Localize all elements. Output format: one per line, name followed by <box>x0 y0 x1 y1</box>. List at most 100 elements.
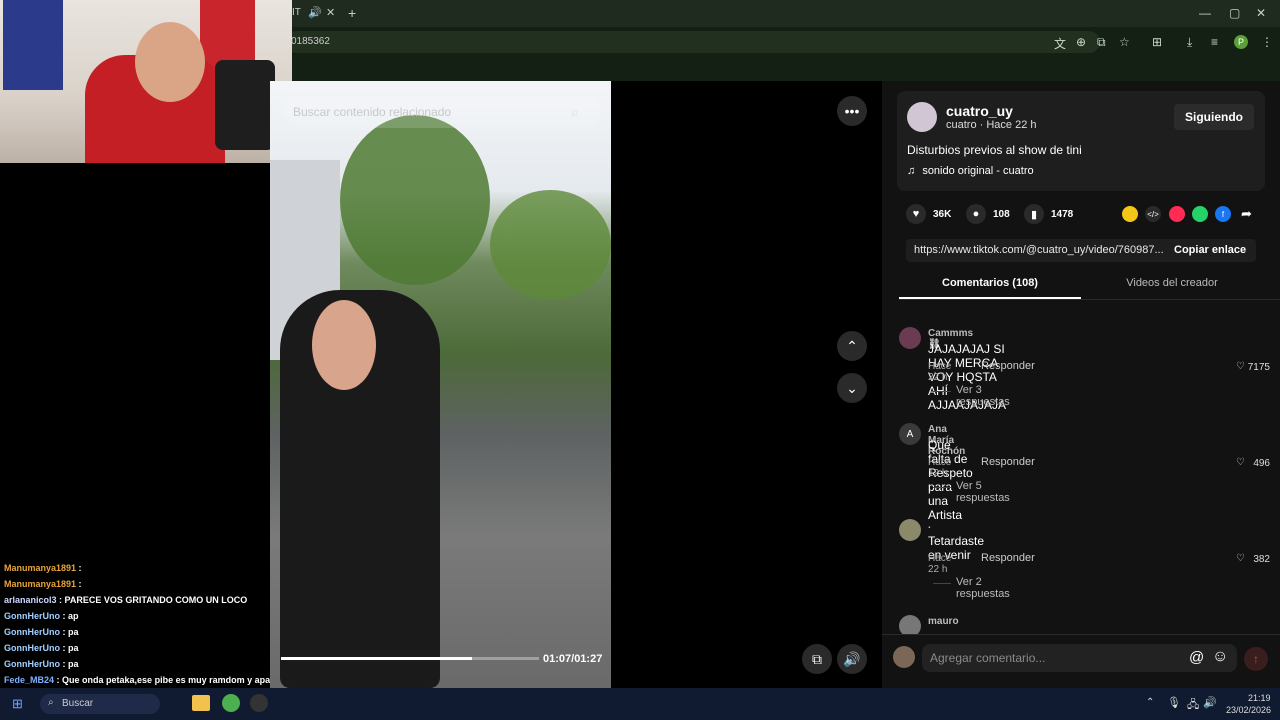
streamer-face <box>135 22 205 102</box>
heart-icon: ♥ <box>912 208 920 220</box>
tab-creator-videos[interactable]: Videos del creador <box>1082 277 1262 289</box>
share-whatsapp-button[interactable] <box>1192 206 1208 222</box>
heart-icon[interactable]: ♡ <box>1236 553 1245 564</box>
comment-like-count[interactable]: 382 <box>1220 554 1270 565</box>
tab-title-fragment: IT <box>292 7 301 18</box>
new-tab-button[interactable]: + <box>348 5 356 21</box>
save-button[interactable]: ▮ <box>1024 204 1044 224</box>
chat-message: GonnHerUno : ap <box>4 611 79 621</box>
extensions-icon[interactable]: ⊞ <box>1152 35 1162 49</box>
webcam-overlay <box>0 0 292 163</box>
copy-link-button[interactable]: Copiar enlace <box>1174 244 1246 256</box>
comment-author[interactable]: . <box>928 520 931 531</box>
more-options-button[interactable]: ••• <box>837 96 867 126</box>
chrome-icon[interactable] <box>222 694 240 712</box>
download-icon[interactable]: ⤓ <box>1187 35 1192 50</box>
jersey-left <box>3 0 63 90</box>
like-button[interactable]: ♥ <box>906 204 926 224</box>
pip-button[interactable]: ⧉ <box>802 644 832 674</box>
tab-close-icon[interactable]: ✕ <box>326 6 335 19</box>
chat-username[interactable]: arlananicol3 <box>4 595 57 605</box>
microphone-icon[interactable]: 🎙 <box>1167 696 1181 709</box>
comment-avatar[interactable]: A <box>899 423 921 445</box>
divider <box>933 487 951 488</box>
share-arrow-icon[interactable]: ➦ <box>1241 206 1252 222</box>
share-facebook-button[interactable]: f <box>1215 206 1231 222</box>
chat-username[interactable]: GonnHerUno <box>4 611 60 621</box>
chat-username[interactable]: GonnHerUno <box>4 627 60 637</box>
chat-message: Manumanya1891 : <box>4 579 82 589</box>
heart-icon[interactable]: ♡ <box>1236 361 1245 372</box>
chat-separator: : <box>60 611 68 621</box>
chat-username[interactable]: Manumanya1891 <box>4 563 76 573</box>
file-explorer-icon[interactable] <box>192 695 210 711</box>
taskbar-search[interactable]: ⌕ Buscar <box>40 694 160 714</box>
chat-separator: : <box>76 579 82 589</box>
chat-username[interactable]: GonnHerUno <box>4 643 60 653</box>
next-video-button[interactable]: ⌄ <box>837 373 867 403</box>
star-icon[interactable]: ☆ <box>1119 35 1130 49</box>
menu-list-icon[interactable]: ≡ <box>1211 35 1218 49</box>
comment-count: 108 <box>993 209 1010 220</box>
author-username[interactable]: cuatro_uy <box>946 103 1013 119</box>
comment-like-count[interactable]: 7175 <box>1220 362 1270 373</box>
reply-button[interactable]: Responder <box>981 456 1035 468</box>
view-replies-button[interactable]: Ver 2 respuestas <box>956 576 1010 600</box>
related-search-input[interactable]: Buscar contenido relacionado <box>283 96 601 128</box>
video-tree <box>340 115 490 285</box>
view-replies-button[interactable]: Ver 3 respuestas <box>956 384 1010 408</box>
emoji-icon[interactable]: ☺ <box>1212 648 1228 666</box>
embed-button[interactable]: </> <box>1145 206 1161 222</box>
comment-avatar[interactable] <box>899 327 921 349</box>
share-tiktok-button[interactable] <box>1169 206 1185 222</box>
chat-username[interactable]: Manumanya1891 <box>4 579 76 589</box>
profile-icon[interactable]: P <box>1234 35 1248 49</box>
install-icon[interactable]: ⧉ <box>1097 35 1106 50</box>
mention-icon[interactable]: @ <box>1189 649 1204 666</box>
search-icon[interactable]: ⌕ <box>571 104 579 121</box>
clock-date[interactable]: 23/02/2026 <box>1226 705 1271 715</box>
chat-text: ap <box>68 611 79 621</box>
follow-button[interactable]: Siguiendo <box>1174 104 1254 130</box>
kebab-icon[interactable]: ⋮ <box>1261 35 1273 49</box>
video-link[interactable]: https://www.tiktok.com/@cuatro_uy/video/… <box>914 244 1164 256</box>
post-comment-button[interactable]: ↑ <box>1244 647 1268 671</box>
comment-author[interactable]: mauro <box>928 616 959 627</box>
volume-button[interactable]: 🔊 <box>837 644 867 674</box>
author-avatar[interactable] <box>907 102 937 132</box>
chat-message: arlananicol3 : PARECE VOS GRITANDO COMO … <box>4 595 247 605</box>
minimize-button[interactable]: — <box>1199 6 1211 20</box>
chat-text: pa <box>68 643 79 653</box>
tab-comments[interactable]: Comentarios (108) <box>899 277 1081 289</box>
maximize-button[interactable]: ▢ <box>1229 6 1240 20</box>
zoom-icon[interactable]: ⊕ <box>1076 35 1086 49</box>
heart-icon[interactable]: ♡ <box>1236 457 1245 468</box>
share-friends-button[interactable] <box>1122 206 1138 222</box>
speaker-icon[interactable]: 🔊 <box>308 6 322 19</box>
comment-button[interactable]: ● <box>966 204 986 224</box>
post-description: Disturbios previos al show de tini <box>907 143 1082 157</box>
translate-icon[interactable]: 文 <box>1054 35 1066 52</box>
reply-button[interactable]: Responder <box>981 552 1035 564</box>
chat-username[interactable]: Fede_MB24 <box>4 675 54 685</box>
close-window-button[interactable]: ✕ <box>1256 6 1266 20</box>
volume-icon[interactable]: 🔊 <box>1203 696 1217 709</box>
avatar[interactable] <box>893 646 915 668</box>
chat-text: PARECE VOS GRITANDO COMO UN LOCO <box>64 595 248 605</box>
chat-username[interactable]: GonnHerUno <box>4 659 60 669</box>
address-bar[interactable]: 0185362 <box>285 31 1100 53</box>
network-icon[interactable]: 🖧 <box>1187 696 1199 715</box>
sound-info[interactable]: ♫ sonido original - cuatro <box>907 165 1034 177</box>
reply-button[interactable]: Responder <box>981 360 1035 372</box>
tray-chevron-icon[interactable]: ⌃ <box>1146 697 1154 708</box>
windows-start-icon[interactable]: ⊞ <box>12 696 23 712</box>
comment-like-count[interactable]: 496 <box>1220 458 1270 469</box>
divider <box>933 583 951 584</box>
comment-time: Hace 22 h <box>928 361 952 383</box>
comment-avatar[interactable] <box>899 519 921 541</box>
previous-video-button[interactable]: ⌃ <box>837 331 867 361</box>
app-icon[interactable] <box>250 694 268 712</box>
clock-time[interactable]: 21:19 <box>1248 693 1271 703</box>
view-replies-button[interactable]: Ver 5 respuestas <box>956 480 1010 504</box>
video-person-face <box>312 300 376 390</box>
